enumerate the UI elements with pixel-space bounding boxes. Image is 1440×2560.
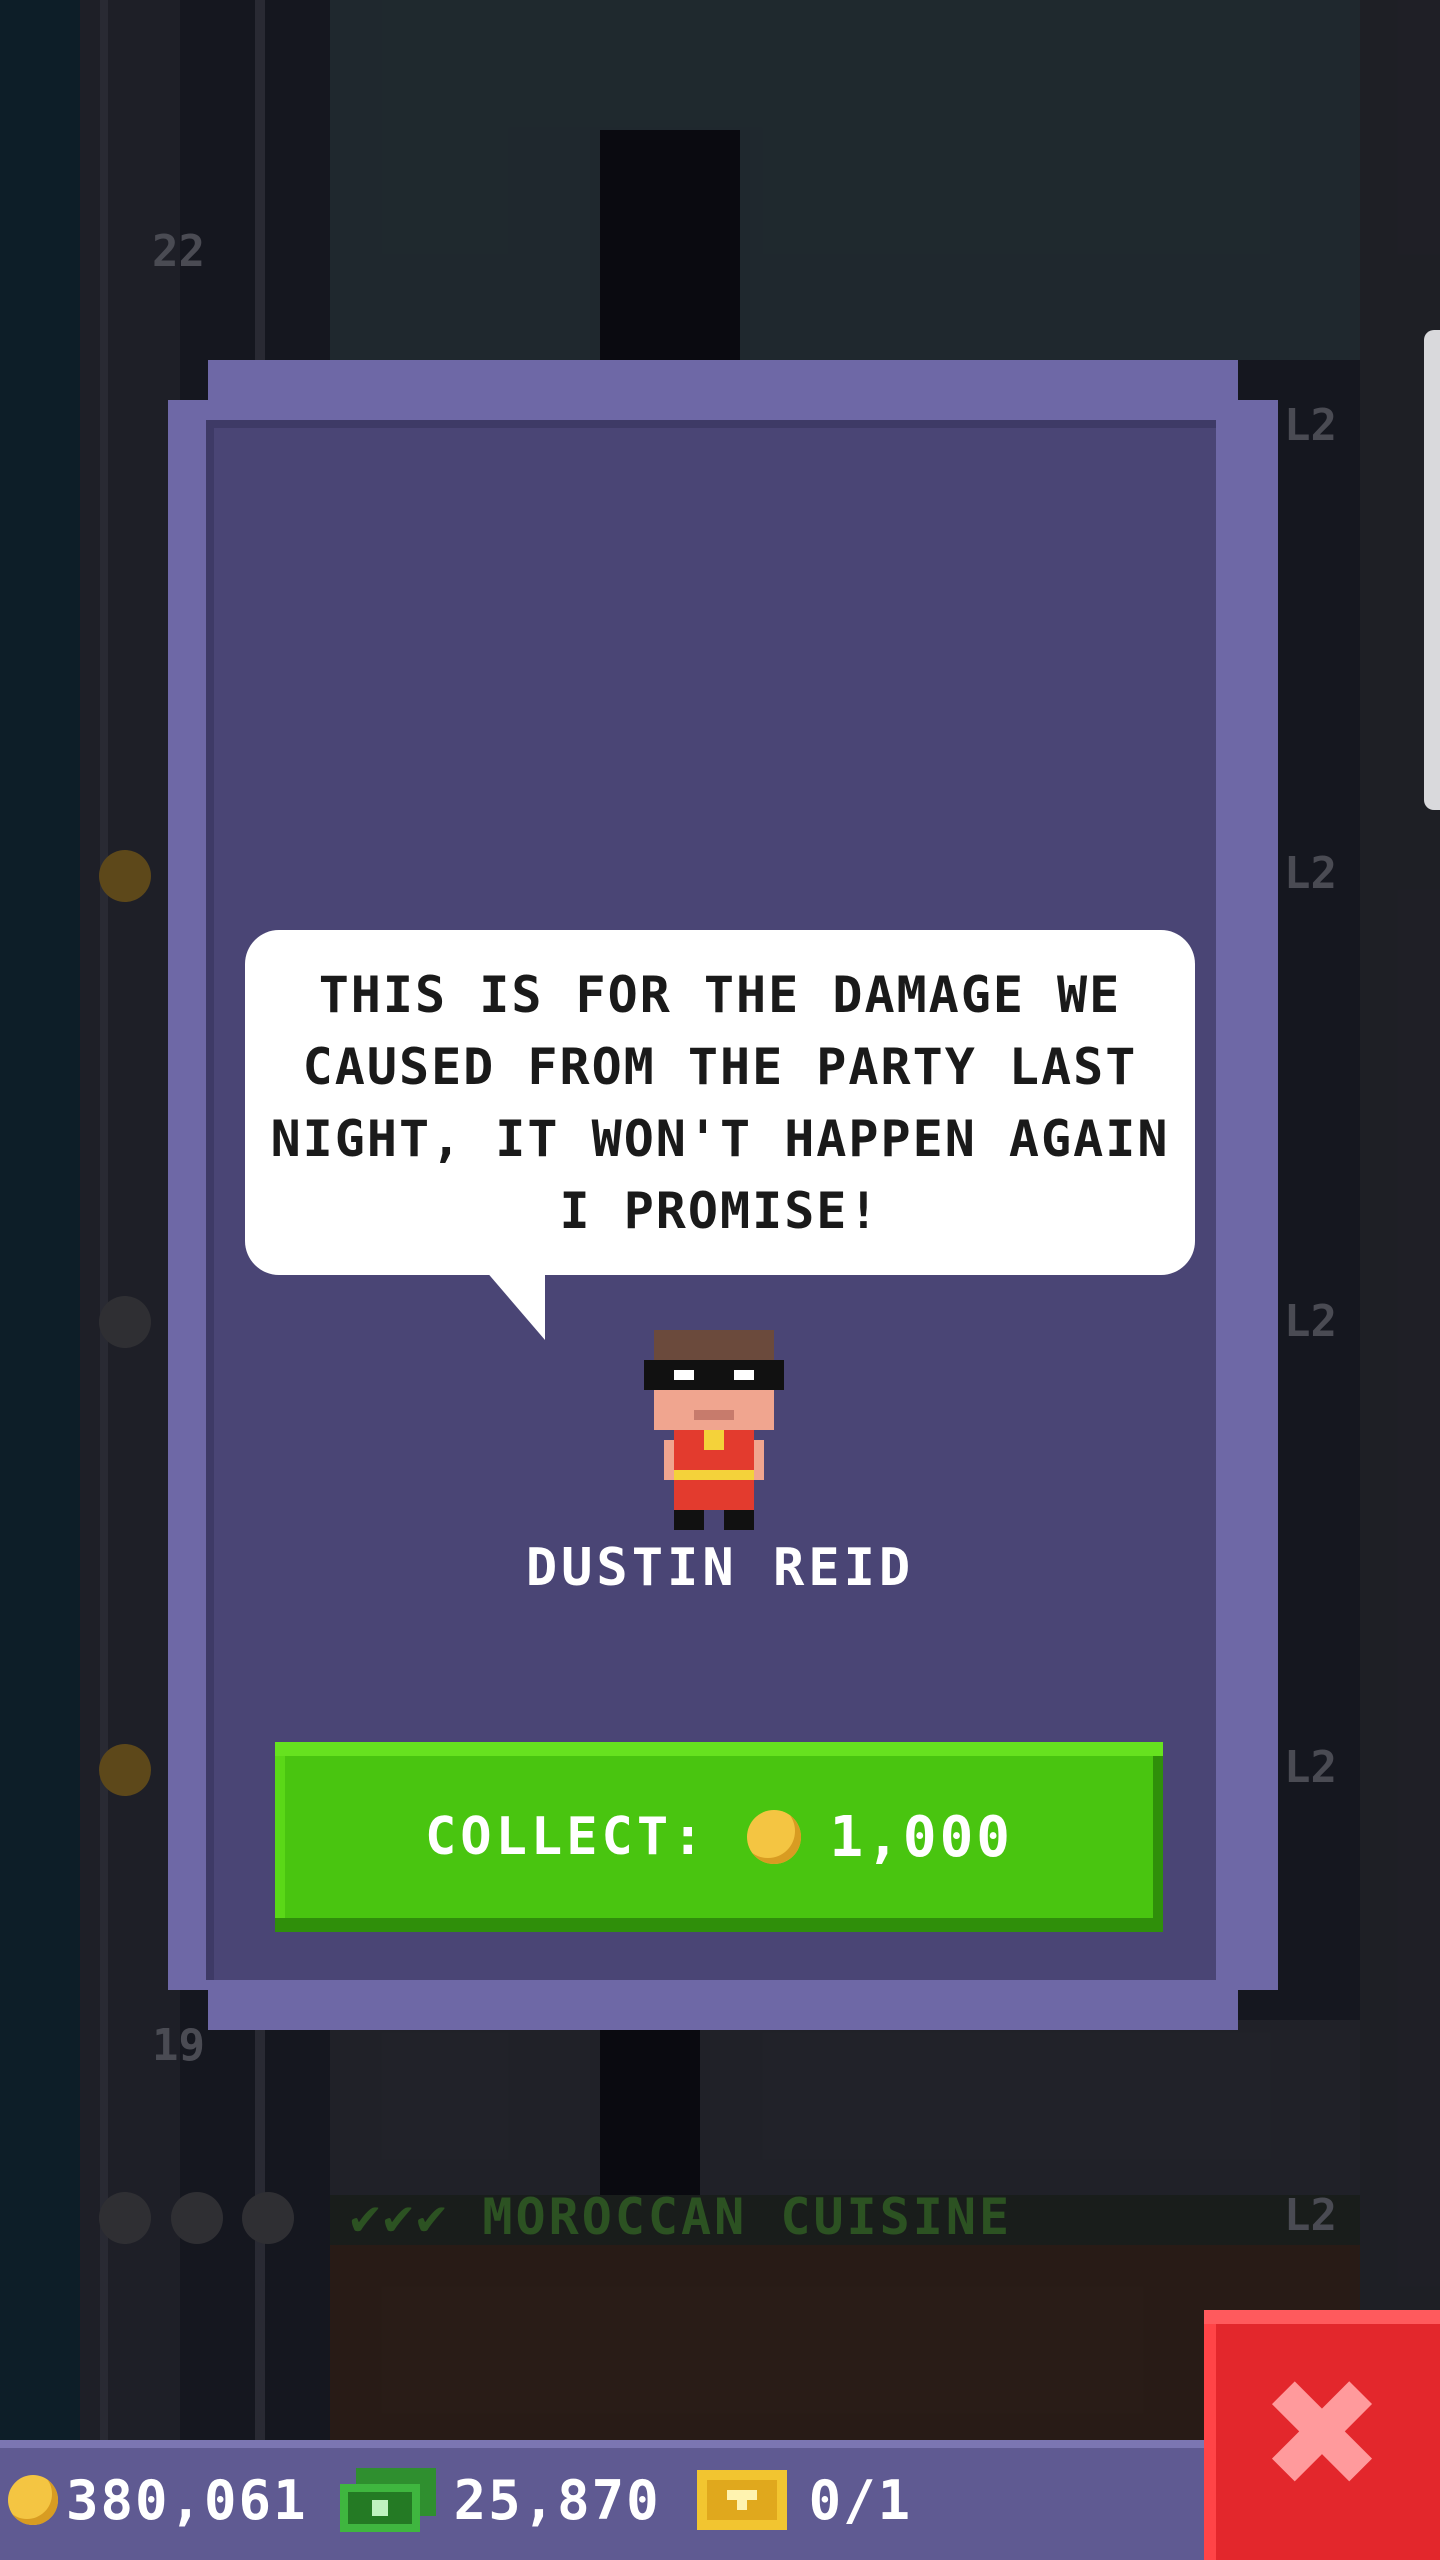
character-name: DUSTIN REID [525,1538,915,1598]
tickets-stat[interactable]: 0/1 [696,2468,913,2532]
coin-icon [747,1810,802,1864]
speech-bubble-tail [485,1270,545,1340]
bux-value: 25,870 [453,2468,661,2532]
bubble-message: THIS IS FOR THE DAMAGE WE CAUSED FROM TH… [270,965,1170,1240]
coins-stat[interactable]: 380,061 [8,2469,308,2532]
side-scroll-handle[interactable] [1424,330,1440,810]
coin-icon [8,2475,58,2525]
currency-bar: 380,061 25,870 0/1 [0,2440,1210,2560]
collect-label: COLLECT: [424,1807,708,1867]
bux-stat[interactable]: 25,870 [339,2468,661,2532]
character-avatar [644,1330,784,1530]
collect-amount: 1,000 [829,1804,1014,1870]
speech-bubble: THIS IS FOR THE DAMAGE WE CAUSED FROM TH… [245,930,1195,1275]
ticket-icon [696,2470,787,2530]
collect-button[interactable]: COLLECT: 1,000 [275,1742,1163,1932]
coins-value: 380,061 [66,2468,308,2532]
close-button[interactable]: ✖ [1204,2310,1440,2560]
bux-icon [339,2468,436,2532]
close-icon: ✖ [1259,2348,1385,2522]
tickets-value: 0/1 [808,2468,913,2532]
